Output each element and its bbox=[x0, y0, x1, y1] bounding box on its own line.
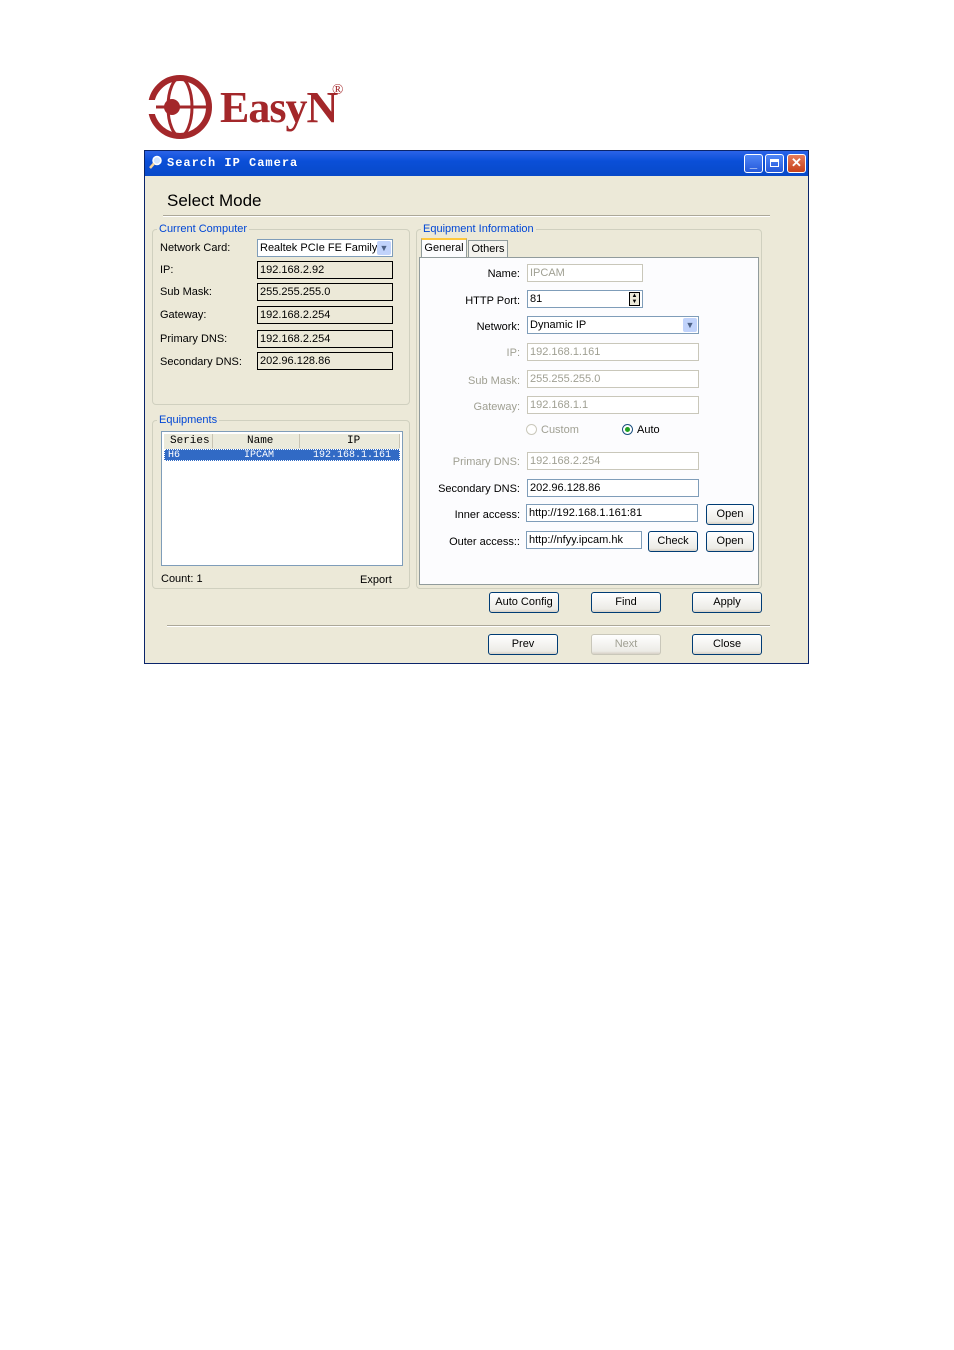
equipment-info-label: Equipment Information bbox=[421, 223, 536, 235]
secondary-dns-field: 202.96.128.86 bbox=[257, 352, 393, 370]
primary-dns-label: Primary DNS: bbox=[160, 333, 228, 345]
page-title: Select Mode bbox=[167, 191, 262, 210]
secondary-dns-label: Secondary DNS: bbox=[160, 356, 242, 368]
info-submask-label: Sub Mask: bbox=[468, 375, 520, 387]
check-button[interactable]: Check bbox=[648, 531, 698, 552]
col-name[interactable]: Name bbox=[247, 435, 273, 447]
inner-open-button[interactable]: Open bbox=[706, 504, 754, 525]
info-primary-dns-label: Primary DNS: bbox=[452, 456, 520, 468]
http-port-label: HTTP Port: bbox=[465, 295, 520, 307]
tab-others[interactable]: Others bbox=[468, 240, 508, 258]
title-bar[interactable]: Search IP Camera _ ✕ bbox=[145, 151, 808, 176]
info-gateway-field[interactable]: 192.168.1.1 bbox=[527, 396, 699, 414]
radio-selected-dot bbox=[625, 427, 630, 432]
outer-access-field[interactable]: http://nfyy.ipcam.hk bbox=[526, 531, 642, 549]
spin-buttons[interactable]: ▲ ▼ bbox=[629, 292, 640, 306]
easyn-logo: EasyN ® bbox=[146, 74, 366, 140]
tab-general[interactable]: General bbox=[421, 238, 467, 258]
auto-radio[interactable] bbox=[622, 424, 633, 435]
globe-logo-icon bbox=[146, 75, 212, 139]
close-window-button[interactable]: ✕ bbox=[787, 154, 806, 173]
name-label: Name: bbox=[487, 268, 520, 280]
equipments-label: Equipments bbox=[157, 414, 220, 426]
custom-radio-label: Custom bbox=[541, 424, 579, 436]
magnifier-icon bbox=[149, 155, 162, 169]
sub-mask-label: Sub Mask: bbox=[160, 286, 212, 298]
registered-mark: ® bbox=[332, 82, 344, 98]
outer-open-button[interactable]: Open bbox=[706, 531, 754, 552]
general-tab-panel: Name: IPCAM HTTP Port: 81 ▲ ▼ Network: D… bbox=[419, 257, 759, 585]
info-submask-field[interactable]: 255.255.255.0 bbox=[527, 370, 699, 388]
outer-access-label: Outer access:: bbox=[449, 536, 520, 548]
col-divider bbox=[399, 434, 400, 448]
search-ip-camera-window: Search IP Camera _ ✕ Select Mode Current… bbox=[144, 150, 809, 664]
network-value: Dynamic IP bbox=[530, 319, 587, 331]
window-title: Search IP Camera bbox=[167, 156, 299, 170]
inner-access-field[interactable]: http://192.168.1.161:81 bbox=[526, 504, 698, 522]
count-label: Count: 1 bbox=[161, 573, 203, 585]
info-secondary-dns-field[interactable]: 202.96.128.86 bbox=[527, 479, 699, 497]
minimize-button[interactable]: _ bbox=[744, 154, 763, 173]
ip-label: IP: bbox=[160, 264, 174, 276]
primary-dns-field: 192.168.2.254 bbox=[257, 330, 393, 348]
custom-radio[interactable] bbox=[526, 424, 537, 435]
info-secondary-dns-label: Secondary DNS: bbox=[438, 483, 520, 495]
network-card-combo[interactable]: Realtek PCIe FE Family C ▼ bbox=[257, 239, 393, 257]
find-button[interactable]: Find bbox=[591, 592, 661, 613]
row-ip: 192.168.1.161 bbox=[313, 450, 392, 461]
network-label: Network: bbox=[476, 321, 520, 333]
info-ip-field[interactable]: 192.168.1.161 bbox=[527, 343, 699, 361]
auto-config-button[interactable]: Auto Config bbox=[489, 592, 559, 613]
row-name: IPCAM bbox=[244, 450, 275, 461]
apply-button[interactable]: Apply bbox=[692, 592, 762, 613]
http-port-stepper[interactable]: 81 ▲ ▼ bbox=[527, 290, 643, 308]
table-row[interactable]: H6 IPCAM 192.168.1.161 bbox=[164, 449, 400, 461]
heading-divider bbox=[163, 215, 770, 217]
maximize-icon bbox=[770, 159, 779, 167]
name-field[interactable]: IPCAM bbox=[527, 264, 643, 282]
minimize-icon: _ bbox=[749, 155, 758, 170]
list-header: Series Name IP bbox=[164, 434, 400, 450]
sub-mask-field: 255.255.255.0 bbox=[257, 283, 393, 301]
maximize-button[interactable] bbox=[765, 154, 784, 173]
col-ip[interactable]: IP bbox=[347, 435, 360, 447]
col-series[interactable]: Series bbox=[170, 435, 210, 447]
col-divider bbox=[299, 434, 300, 448]
col-divider bbox=[212, 434, 213, 448]
info-ip-label: IP: bbox=[506, 347, 520, 359]
info-primary-dns-field[interactable]: 192.168.2.254 bbox=[527, 452, 699, 470]
http-port-value: 81 bbox=[530, 293, 543, 305]
inner-access-label: Inner access: bbox=[454, 509, 520, 521]
spin-down-icon[interactable]: ▼ bbox=[630, 299, 639, 305]
footer-divider bbox=[167, 625, 770, 627]
close-button[interactable]: Close bbox=[692, 634, 762, 655]
info-gateway-label: Gateway: bbox=[473, 401, 520, 413]
equipments-group: Equipments Series Name IP H6 IPCAM 192.1… bbox=[152, 414, 410, 589]
equipment-info-group: Equipment Information General Others Nam… bbox=[416, 223, 762, 589]
network-card-label: Network Card: bbox=[160, 242, 231, 254]
prev-button[interactable]: Prev bbox=[488, 634, 558, 655]
next-button[interactable]: Next bbox=[591, 634, 661, 655]
current-computer-group: Current Computer Network Card: Realtek P… bbox=[152, 223, 410, 405]
auto-radio-label: Auto bbox=[637, 424, 660, 436]
gateway-label: Gateway: bbox=[160, 309, 207, 321]
ip-field: 192.168.2.92 bbox=[257, 261, 393, 279]
gateway-field: 192.168.2.254 bbox=[257, 306, 393, 324]
current-computer-label: Current Computer bbox=[157, 223, 250, 235]
export-link[interactable]: Export bbox=[360, 574, 392, 586]
row-series: H6 bbox=[168, 450, 181, 461]
network-card-value: Realtek PCIe FE Family C bbox=[260, 242, 389, 254]
chevron-down-icon[interactable]: ▼ bbox=[683, 318, 697, 332]
logo-wordmark: EasyN bbox=[220, 83, 338, 132]
chevron-down-icon[interactable]: ▼ bbox=[377, 241, 391, 255]
equipment-list[interactable]: Series Name IP H6 IPCAM 192.168.1.161 bbox=[161, 431, 403, 566]
close-icon: ✕ bbox=[791, 155, 802, 170]
network-combo[interactable]: Dynamic IP ▼ bbox=[527, 316, 699, 334]
